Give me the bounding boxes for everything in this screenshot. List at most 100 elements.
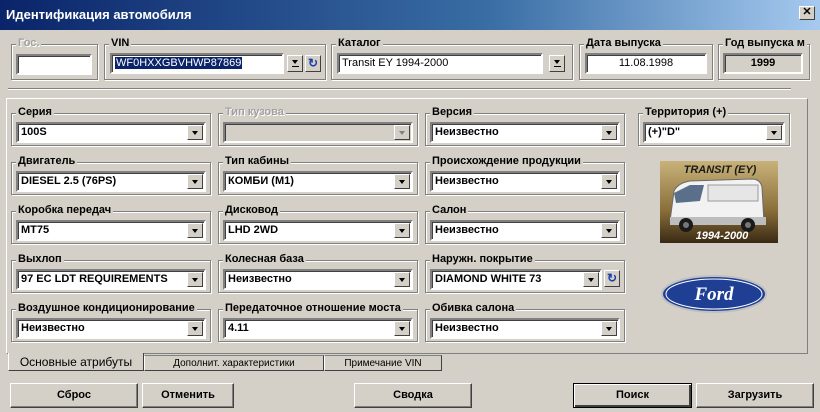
upholstery-select[interactable]: Неизвестно [430, 318, 620, 339]
engine-label: Двигатель [16, 155, 78, 167]
body-type-label: Тип кузова [223, 106, 286, 118]
chevron-down-icon[interactable] [394, 174, 410, 189]
paint-label: Наружн. покрытие [430, 253, 535, 265]
axle-ratio-group: Передаточное отношение моста 4.11 [218, 302, 418, 342]
body-type-group: Тип кузова [218, 106, 418, 146]
release-date-group: Дата выпуска 11.08.1998 [579, 37, 713, 80]
vin-refresh-button[interactable]: ↻ [305, 55, 321, 72]
aircon-value: Неизвестно [21, 322, 85, 334]
paint-select[interactable]: DIAMOND WHITE 73 [430, 269, 602, 290]
separator [8, 88, 791, 90]
catalog-group: Каталог Transit EY 1994-2000 [331, 37, 573, 80]
axle-ratio-label: Передаточное отношение моста [223, 302, 403, 314]
vin-download-button[interactable] [287, 55, 303, 72]
wheelbase-label: Колесная база [223, 253, 306, 265]
van-caption-top: TRANSIT (EY) [684, 164, 757, 176]
chevron-down-icon[interactable] [601, 174, 617, 189]
chevron-down-icon[interactable] [187, 272, 203, 287]
chevron-down-icon[interactable] [394, 321, 410, 336]
version-group: Версия Неизвестно [425, 106, 625, 146]
cab-type-group: Тип кабины КОМБИ (M1) [218, 155, 418, 195]
version-select[interactable]: Неизвестно [430, 122, 620, 143]
exhaust-select[interactable]: 97 EC LDT REQUIREMENTS [16, 269, 206, 290]
chevron-down-icon[interactable] [187, 223, 203, 238]
chevron-down-icon[interactable] [601, 321, 617, 336]
exhaust-value: 97 EC LDT REQUIREMENTS [21, 273, 168, 285]
chevron-down-icon[interactable] [187, 125, 203, 140]
title-bar: Идентификация автомобиля ✕ [0, 0, 820, 30]
wheelbase-value: Неизвестно [228, 273, 292, 285]
gearbox-select[interactable]: MT75 [16, 220, 206, 241]
interior-value: Неизвестно [435, 224, 499, 236]
refresh-icon: ↻ [307, 56, 319, 70]
axle-ratio-select[interactable]: 4.11 [223, 318, 413, 339]
interior-select[interactable]: Неизвестно [430, 220, 620, 241]
interior-group: Салон Неизвестно [425, 204, 625, 244]
origin-group: Происхождение продукции Неизвестно [425, 155, 625, 195]
interior-label: Салон [430, 204, 469, 216]
cancel-button[interactable]: Отменить [142, 383, 234, 408]
load-button[interactable]: Загрузить [696, 383, 814, 408]
series-select[interactable]: 100S [16, 122, 206, 143]
summary-button[interactable]: Сводка [354, 383, 472, 408]
chevron-down-icon[interactable] [394, 272, 410, 287]
territory-label: Территория (+) [643, 106, 729, 118]
upholstery-group: Обивка салона Неизвестно [425, 302, 625, 342]
tab-vin-note[interactable]: Примечание VIN [324, 355, 442, 371]
paint-value: DIAMOND WHITE 73 [435, 273, 542, 285]
ford-logo: Ford [660, 274, 768, 314]
engine-group: Двигатель DIESEL 2.5 (76PS) [11, 155, 211, 195]
version-label: Версия [430, 106, 475, 118]
series-label: Серия [16, 106, 54, 118]
aircon-select[interactable]: Неизвестно [16, 318, 206, 339]
aircon-group: Воздушное кондиционирование Неизвестно [11, 302, 211, 342]
exhaust-label: Выхлоп [16, 253, 64, 265]
wheelbase-select[interactable]: Неизвестно [223, 269, 413, 290]
vehicle-image: TRANSIT (EY) 1994-2000 [660, 161, 778, 243]
chevron-down-icon[interactable] [601, 125, 617, 140]
body-type-select [223, 122, 413, 143]
release-date-input[interactable]: 11.08.1998 [585, 53, 707, 74]
drive-select[interactable]: LHD 2WD [223, 220, 413, 241]
tab-main-attributes[interactable]: Основные атрибуты [8, 353, 144, 371]
vin-input[interactable]: WF0HXXGBVHWP87869 [110, 53, 284, 74]
vin-group: VIN WF0HXXGBVHWP87869 ↻ [104, 37, 326, 80]
cab-type-select[interactable]: КОМБИ (M1) [223, 171, 413, 192]
chevron-down-icon[interactable] [583, 272, 599, 287]
engine-select[interactable]: DIESEL 2.5 (76PS) [16, 171, 206, 192]
catalog-input[interactable]: Transit EY 1994-2000 [337, 53, 543, 74]
chevron-down-icon[interactable] [187, 174, 203, 189]
origin-select[interactable]: Неизвестно [430, 171, 620, 192]
chevron-down-icon[interactable] [601, 223, 617, 238]
close-button[interactable]: ✕ [799, 6, 815, 20]
drive-label: Дисковод [223, 204, 280, 216]
series-value: 100S [21, 126, 47, 138]
gos-input[interactable] [16, 54, 92, 75]
window-title: Идентификация автомобиля [6, 7, 192, 22]
tab-additional[interactable]: Дополнит. характеристики [144, 355, 324, 371]
chevron-down-icon [394, 125, 410, 140]
version-value: Неизвестно [435, 126, 499, 138]
axle-ratio-value: 4.11 [228, 322, 249, 334]
vin-value: WF0HXXGBVHWP87869 [115, 57, 243, 69]
territory-select[interactable]: (+)"D" [643, 122, 785, 143]
origin-label: Происхождение продукции [430, 155, 583, 167]
chevron-down-icon[interactable] [187, 321, 203, 336]
upholstery-label: Обивка салона [430, 302, 517, 314]
chevron-down-icon[interactable] [766, 125, 782, 140]
territory-value: (+)"D" [648, 126, 681, 138]
cab-type-label: Тип кабины [223, 155, 291, 167]
cab-type-value: КОМБИ (M1) [228, 175, 294, 187]
chevron-down-icon[interactable] [394, 223, 410, 238]
van-caption-bottom: 1994-2000 [696, 230, 749, 242]
reset-button[interactable]: Сброс [10, 383, 138, 408]
wheelbase-group: Колесная база Неизвестно [218, 253, 418, 293]
search-button[interactable]: Поиск [573, 383, 692, 408]
drive-group: Дисковод LHD 2WD [218, 204, 418, 244]
model-year-value: 1999 [723, 53, 803, 74]
upholstery-value: Неизвестно [435, 322, 499, 334]
paint-refresh-button[interactable]: ↻ [604, 270, 620, 287]
exhaust-group: Выхлоп 97 EC LDT REQUIREMENTS [11, 253, 211, 293]
model-year-label: Год выпуска м [723, 37, 807, 49]
catalog-download-button[interactable] [549, 55, 565, 72]
